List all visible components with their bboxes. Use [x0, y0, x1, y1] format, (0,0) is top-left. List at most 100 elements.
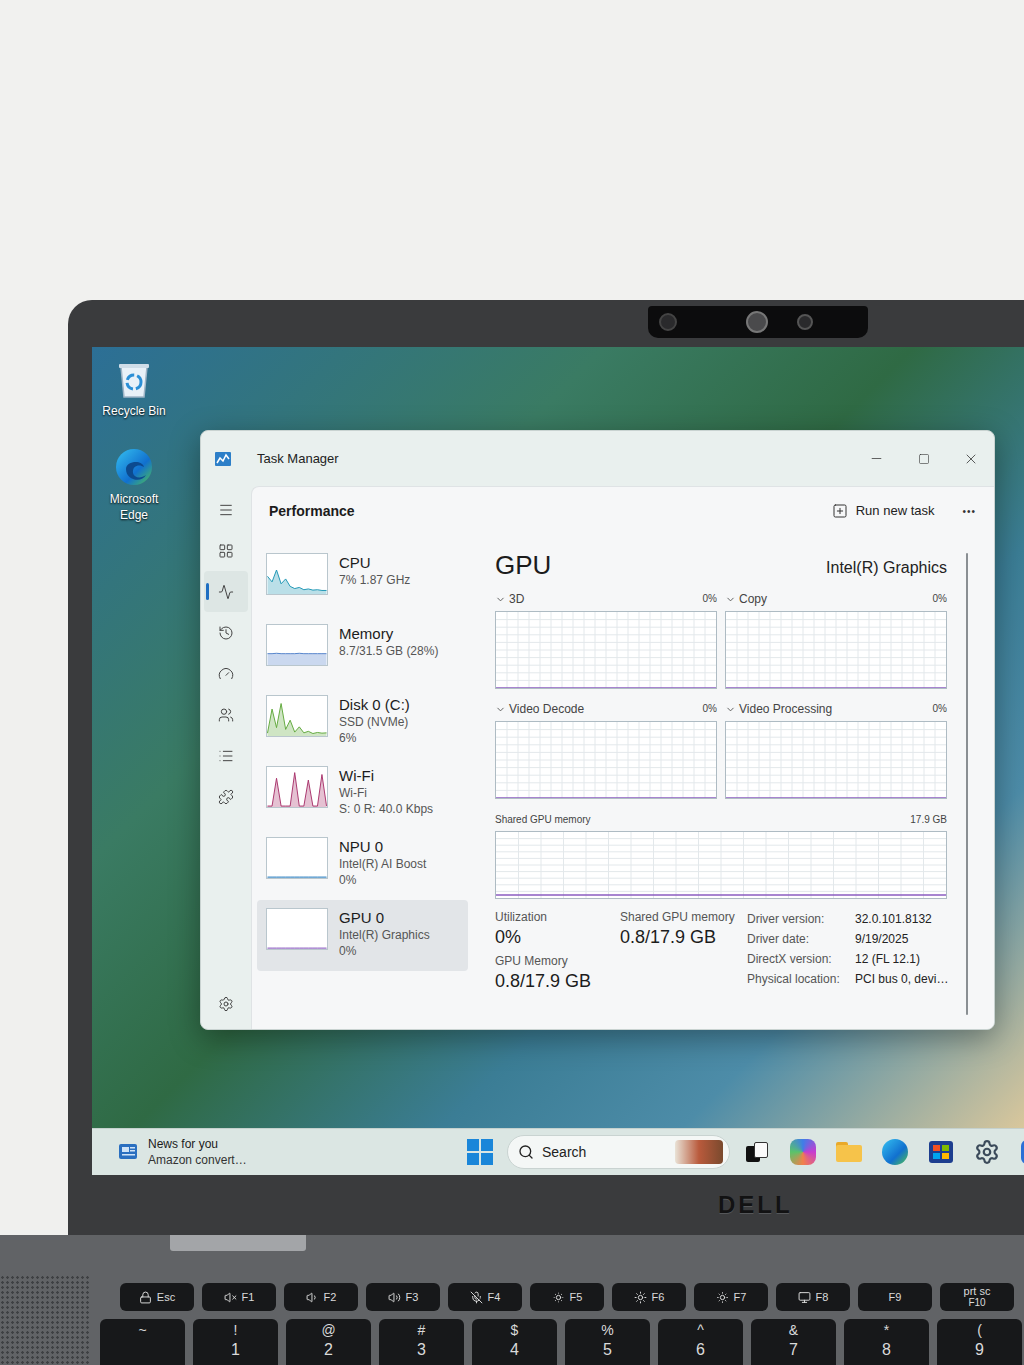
sidebar-item[interactable]: Disk 0 (C:)SSD (NVMe)6% [257, 687, 468, 758]
key[interactable]: @2 [286, 1319, 371, 1365]
key[interactable]: Esc [120, 1283, 194, 1311]
nav-item[interactable] [204, 653, 248, 694]
desktop-icon[interactable]: Recycle Bin [96, 361, 172, 419]
key[interactable]: ^6 [658, 1319, 743, 1365]
engine-reading: 0% [703, 591, 717, 607]
sidebar-item[interactable]: Wi-FiWi-FiS: 0 R: 40.0 Kbps [257, 758, 468, 829]
key[interactable]: F7 [694, 1283, 768, 1311]
more-button[interactable]: ••• [962, 504, 976, 519]
windows-start-icon[interactable] [467, 1139, 493, 1165]
desktop-icon-label: Microsoft Edge [96, 491, 172, 523]
camera-notch [648, 306, 868, 338]
dell-logo: DELL [718, 1187, 793, 1223]
sensor-dot [797, 314, 813, 330]
key[interactable]: $4 [472, 1319, 557, 1365]
photo: Recycle BinMicrosoft EdgeTask ManagerPer… [0, 0, 1024, 1365]
sidebar-item[interactable]: GPU 0Intel(R) Graphics0% [257, 900, 468, 971]
key[interactable]: F8 [776, 1283, 850, 1311]
engine-dropdown-icon[interactable] [725, 594, 736, 605]
engine-label: Video Decode [509, 701, 584, 717]
app-icon[interactable] [1018, 1137, 1024, 1167]
key[interactable]: prt scF10 [940, 1283, 1014, 1311]
edge-taskbar-icon[interactable] [880, 1137, 910, 1167]
vol-up-icon [388, 1291, 401, 1304]
search-placeholder: Search [542, 1142, 586, 1163]
nav-item[interactable] [204, 983, 248, 1024]
key[interactable]: &7 [751, 1319, 836, 1365]
key[interactable]: (9 [937, 1319, 1022, 1365]
engine-dropdown-icon[interactable] [725, 704, 736, 715]
file-explorer-icon[interactable] [834, 1137, 864, 1167]
desktop-icon[interactable]: Microsoft Edge [96, 447, 172, 523]
bright-icon [634, 1291, 647, 1304]
news-icon [118, 1141, 140, 1163]
nav-item[interactable] [204, 530, 248, 571]
key[interactable]: F1 [202, 1283, 276, 1311]
engine-dropdown-icon[interactable] [495, 704, 506, 715]
gear-icon [974, 1139, 1000, 1165]
sidebar-item[interactable]: CPU7% 1.87 GHz [257, 545, 468, 616]
scrollbar[interactable] [966, 553, 968, 1015]
task-manager-window: Task ManagerPerformanceRun new task•••CP… [200, 430, 995, 1030]
display-icon [798, 1291, 811, 1304]
key[interactable]: F6 [612, 1283, 686, 1311]
maximize-button[interactable] [900, 442, 947, 476]
m365-icon[interactable] [788, 1137, 818, 1167]
users-icon [218, 707, 234, 723]
engine-label: Video Processing [739, 701, 832, 717]
settings-taskbar-icon[interactable] [972, 1137, 1002, 1167]
engine-graph: 3D 0% [495, 591, 717, 689]
key[interactable]: F4 [448, 1283, 522, 1311]
minimize-button[interactable] [853, 442, 900, 476]
sidebar-item-detail: SSD (NVMe) [339, 714, 410, 730]
engine-label: Copy [739, 591, 767, 607]
close-icon [963, 451, 979, 467]
sidebar-item-detail: 0% [339, 872, 426, 888]
background-wall [0, 0, 1024, 300]
key[interactable]: F9 [858, 1283, 932, 1311]
nav-item[interactable] [204, 776, 248, 817]
key[interactable]: F3 [366, 1283, 440, 1311]
key[interactable]: *8 [844, 1319, 929, 1365]
engine-dropdown-icon[interactable] [495, 594, 506, 605]
task-manager-icon [215, 452, 231, 466]
speaker-grille [0, 1275, 90, 1365]
backlight-icon [716, 1291, 729, 1304]
key[interactable]: F2 [284, 1283, 358, 1311]
sidebar-item-detail: Intel(R) AI Boost [339, 856, 426, 872]
laptop-lid: Recycle BinMicrosoft EdgeTask ManagerPer… [68, 300, 1024, 1235]
sparkline-chart [266, 695, 328, 737]
store-icon[interactable] [926, 1137, 956, 1167]
sidebar-item-detail: Intel(R) Graphics [339, 927, 430, 943]
key[interactable]: %5 [565, 1319, 650, 1365]
key[interactable]: F5 [530, 1283, 604, 1311]
nav-item[interactable] [204, 612, 248, 653]
sidebar-item-name: Wi-Fi [339, 767, 433, 785]
run-new-task-button[interactable]: Run new task [826, 497, 941, 525]
engine-label: 3D [509, 591, 524, 607]
sidebar-item-name: NPU 0 [339, 838, 426, 856]
esc-icon [139, 1291, 152, 1304]
taskbar: News for youAmazon convert… Search [92, 1128, 1024, 1175]
usage-graph [495, 831, 947, 899]
nav-item[interactable] [204, 489, 248, 530]
sidebar-item[interactable]: Memory8.7/31.5 GB (28%) [257, 616, 468, 687]
sidebar-item-detail: 6% [339, 730, 410, 746]
nav-item[interactable] [204, 571, 248, 612]
task-view-icon[interactable] [742, 1137, 772, 1167]
nav-item[interactable] [204, 735, 248, 776]
sidebar-item-detail: 0% [339, 943, 430, 959]
bottom-bezel: DELL [92, 1175, 1024, 1235]
search-box[interactable]: Search [507, 1135, 730, 1169]
sidebar-item-detail: 7% 1.87 GHz [339, 572, 410, 588]
news-widget[interactable]: News for youAmazon convert… [92, 1136, 467, 1168]
sidebar-item[interactable]: NPU 0Intel(R) AI Boost0% [257, 829, 468, 900]
key[interactable]: #3 [379, 1319, 464, 1365]
key[interactable]: ~ [100, 1319, 185, 1365]
dim-icon [552, 1291, 565, 1304]
gpu-panel: GPUIntel(R) Graphics3D0%Copy0%Video Deco… [468, 535, 940, 1029]
screen: Recycle BinMicrosoft EdgeTask ManagerPer… [92, 347, 1024, 1175]
close-button[interactable] [947, 442, 994, 476]
nav-item[interactable] [204, 694, 248, 735]
key[interactable]: !1 [193, 1319, 278, 1365]
